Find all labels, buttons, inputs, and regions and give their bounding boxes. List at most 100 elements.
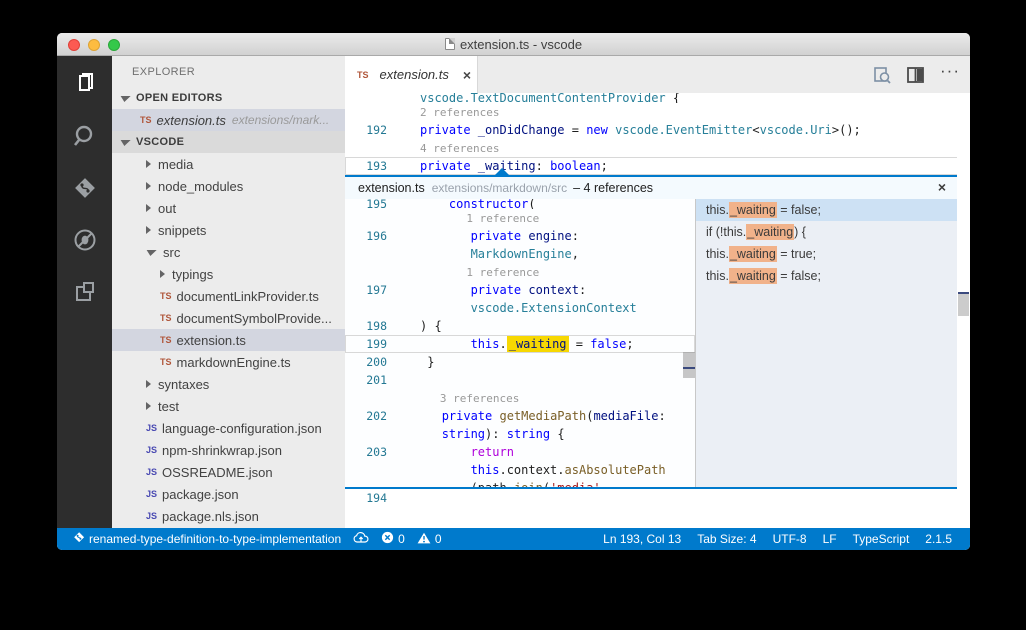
- code-line: 193private _waiting: boolean;: [345, 157, 970, 175]
- file-tree: media node_modulesoutsnippets src typings TS…: [112, 153, 345, 527]
- tree-item-out[interactable]: out: [112, 197, 345, 219]
- peek-scrollbar-slider[interactable]: [683, 352, 695, 378]
- peek-code-pane[interactable]: 195 constructor( 1 reference196 private …: [345, 199, 695, 487]
- open-editor-item[interactable]: TSextension.tsextensions/mark...: [112, 109, 345, 131]
- code-line: 199 this._waiting = false;: [345, 335, 695, 353]
- open-editors-header[interactable]: OPEN EDITORS: [112, 87, 345, 109]
- window-title: extension.ts - vscode: [445, 37, 582, 52]
- line-number: 194: [345, 491, 420, 505]
- status-warning[interactable]: 0: [411, 528, 448, 550]
- more-actions-icon[interactable]: ···: [940, 66, 960, 76]
- chevron-down-icon: [119, 96, 130, 102]
- tree-item-package-json[interactable]: JSpackage.json: [112, 483, 345, 505]
- peek-reference-count: – 4 references: [573, 181, 653, 195]
- js-file-icon: JS: [146, 467, 157, 477]
- tree-item-syntaxes[interactable]: syntaxes: [112, 373, 345, 395]
- activity-debug-icon[interactable]: [71, 226, 99, 254]
- tree-item-label: src: [163, 245, 180, 260]
- status-error[interactable]: 0: [375, 528, 411, 550]
- codelens-row[interactable]: 1 reference: [345, 263, 695, 281]
- open-preview-icon[interactable]: [873, 66, 891, 84]
- chevron-right-icon: [146, 182, 151, 190]
- tree-item-extension-ts[interactable]: TSextension.ts: [112, 329, 345, 351]
- status-label: Tab Size: 4: [697, 532, 756, 546]
- tree-item-label: documentSymbolProvide...: [177, 311, 332, 326]
- line-content: 2 references: [420, 106, 499, 119]
- title-bar[interactable]: extension.ts - vscode: [57, 33, 970, 56]
- code-editor[interactable]: vscode.TextDocumentContentProvider {2 re…: [345, 93, 970, 528]
- editor-scrollbar-slider[interactable]: [958, 294, 969, 316]
- activity-source-control-icon[interactable]: [71, 174, 99, 202]
- line-number: 198: [345, 319, 420, 333]
- line-content: MarkdownEngine,: [420, 247, 579, 261]
- status-git-branch[interactable]: renamed-type-definition-to-type-implemen…: [67, 528, 347, 550]
- activity-extensions-icon[interactable]: [71, 278, 99, 306]
- code-line: MarkdownEngine,: [345, 245, 695, 263]
- tree-item-src[interactable]: src: [112, 241, 345, 263]
- status-label: UTF-8: [773, 532, 807, 546]
- tree-item-documentlinkprovider-ts[interactable]: TSdocumentLinkProvider.ts: [112, 285, 345, 307]
- close-window-button[interactable]: [68, 39, 80, 51]
- tree-item-label: extension.ts: [177, 333, 246, 348]
- file-path: extensions/mark...: [232, 113, 329, 127]
- status-typescript[interactable]: TypeScript: [845, 528, 918, 550]
- split-editor-icon[interactable]: [907, 67, 924, 83]
- tree-item-package-nls-json[interactable]: JSpackage.nls.json: [112, 505, 345, 527]
- git-branch-icon: [73, 531, 85, 547]
- chevron-down-icon: [119, 140, 130, 146]
- editor-scrollbar[interactable]: [957, 93, 970, 528]
- tab-extension-ts[interactable]: TS extension.ts ×: [345, 56, 478, 93]
- codelens-row[interactable]: 3 references: [345, 389, 695, 407]
- zoom-window-button[interactable]: [108, 39, 120, 51]
- tree-item-label: typings: [172, 267, 213, 282]
- status-utf-8[interactable]: UTF-8: [765, 528, 815, 550]
- line-number: 201: [345, 373, 420, 387]
- code-line: string): string {: [345, 425, 695, 443]
- line-content: 3 references: [420, 392, 519, 405]
- peek-anchor-arrow: [495, 168, 509, 175]
- tree-item-markdownengine-ts[interactable]: TSmarkdownEngine.ts: [112, 351, 345, 373]
- minimize-window-button[interactable]: [88, 39, 100, 51]
- reference-item[interactable]: if (!this._waiting) {: [696, 221, 957, 243]
- status-cloud-upload[interactable]: [347, 528, 375, 550]
- status-ln-193-col-13[interactable]: Ln 193, Col 13: [595, 528, 689, 550]
- peek-scrollbar[interactable]: [683, 199, 695, 487]
- line-number: 197: [345, 283, 420, 297]
- status-tab-size-4[interactable]: Tab Size: 4: [689, 528, 764, 550]
- tree-item-ossreadme-json[interactable]: JSOSSREADME.json: [112, 461, 345, 483]
- code-line: 194: [345, 489, 970, 507]
- line-content: (path.join('media': [420, 481, 601, 487]
- reference-item[interactable]: this._waiting = true;: [696, 243, 957, 265]
- tree-item-label: test: [158, 399, 179, 414]
- reference-item[interactable]: this._waiting = false;: [696, 265, 957, 287]
- activity-explorer-icon[interactable]: [71, 70, 99, 98]
- tree-item-language-configuration-json[interactable]: JSlanguage-configuration.json: [112, 417, 345, 439]
- tree-item-documentsymbolprovide-[interactable]: TS documentSymbolProvide...: [112, 307, 345, 329]
- tree-item-test[interactable]: test: [112, 395, 345, 417]
- activity-search-icon[interactable]: [71, 122, 99, 150]
- tree-item-label: package.nls.json: [162, 509, 259, 524]
- tree-item-snippets[interactable]: snippets: [112, 219, 345, 241]
- tree-item-npm-shrinkwrap-json[interactable]: JSnpm-shrinkwrap.json: [112, 439, 345, 461]
- line-content: private getMediaPath(mediaFile:: [420, 409, 666, 423]
- chevron-right-icon: [146, 402, 151, 410]
- codelens-row[interactable]: 2 references: [345, 103, 970, 121]
- codelens-row[interactable]: 1 reference: [345, 209, 695, 227]
- code-line: (path.join('media': [345, 479, 695, 487]
- reference-item[interactable]: this._waiting = false;: [696, 199, 957, 221]
- tree-item-media[interactable]: media: [112, 153, 345, 175]
- folder-section-header[interactable]: VSCODE: [112, 131, 345, 153]
- tree-item-node-modules[interactable]: node_modules: [112, 175, 345, 197]
- peek-close-icon[interactable]: ×: [938, 179, 946, 195]
- document-icon: [445, 38, 455, 50]
- tab-close-icon[interactable]: ×: [463, 67, 471, 83]
- status-label: renamed-type-definition-to-type-implemen…: [89, 532, 341, 546]
- ts-file-icon: TS: [160, 313, 172, 323]
- cloud-upload-icon: [353, 532, 369, 547]
- status-2-1-5[interactable]: 2.1.5: [917, 528, 960, 550]
- line-content: private engine:: [420, 229, 579, 243]
- codelens-row[interactable]: 4 references: [345, 139, 970, 157]
- tree-item-typings[interactable]: typings: [112, 263, 345, 285]
- status-lf[interactable]: LF: [815, 528, 845, 550]
- tree-item-label: media: [158, 157, 193, 172]
